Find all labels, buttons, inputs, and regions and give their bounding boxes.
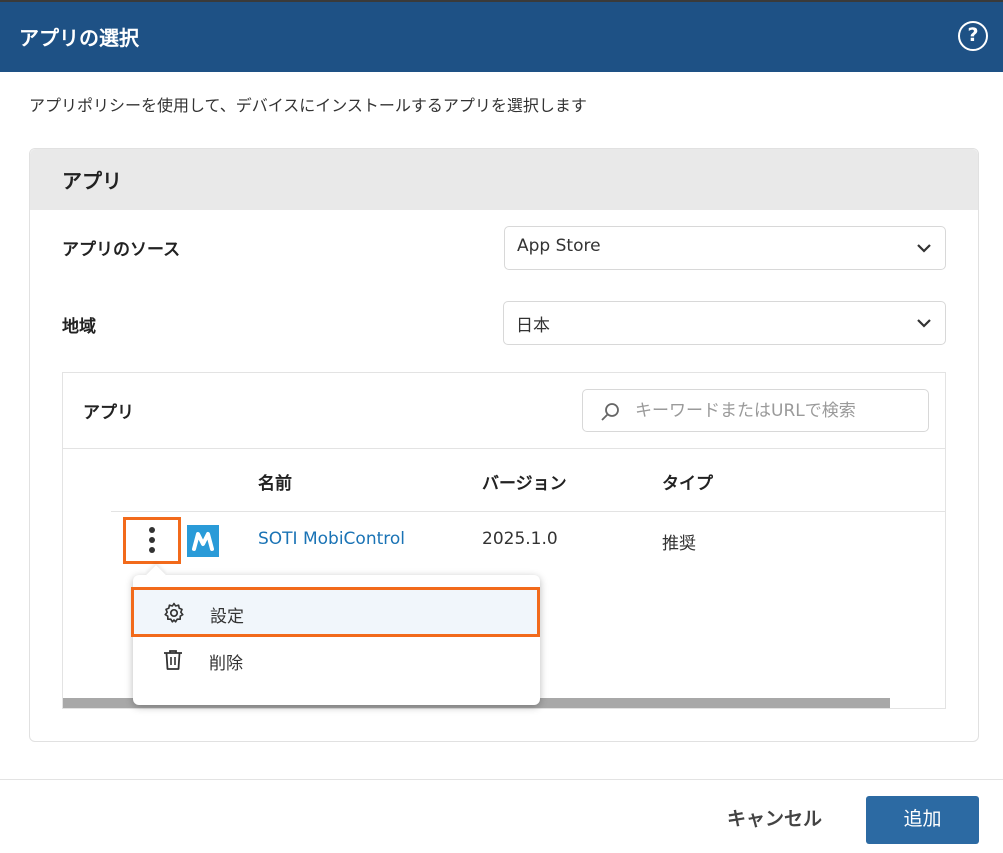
- help-button[interactable]: ?: [958, 21, 988, 51]
- chevron-down-icon: [917, 244, 931, 253]
- region-value: 日本: [516, 316, 550, 336]
- app-version: 2025.1.0: [482, 529, 558, 549]
- menu-item-delete[interactable]: 削除: [133, 637, 540, 685]
- row-context-menu: 設定 削除: [131, 565, 540, 705]
- column-header-version[interactable]: バージョン: [482, 469, 567, 494]
- region-label: 地域: [62, 317, 96, 337]
- menu-item-label: 削除: [209, 654, 243, 674]
- panel-header: アプリ: [30, 149, 978, 210]
- mobicontrol-app-icon: [187, 525, 219, 557]
- column-header-type[interactable]: タイプ: [662, 469, 713, 494]
- footer-divider: [0, 779, 1003, 780]
- app-type: 推奨: [662, 534, 696, 554]
- menu-item-label: 設定: [210, 607, 244, 627]
- apps-table-title: アプリ: [83, 403, 134, 423]
- app-source-select[interactable]: App Store: [504, 226, 946, 270]
- search-icon: [601, 403, 619, 421]
- trash-icon: [164, 650, 182, 670]
- question-circle-icon: ?: [967, 24, 979, 46]
- app-source-value: App Store: [517, 236, 601, 256]
- region-select[interactable]: 日本: [503, 301, 946, 345]
- add-button[interactable]: 追加: [866, 796, 979, 844]
- divider: [111, 511, 945, 512]
- chevron-down-icon: [917, 319, 931, 328]
- panel-title: アプリ: [62, 169, 122, 193]
- divider: [63, 448, 945, 449]
- column-header-name[interactable]: 名前: [258, 469, 292, 494]
- app-source-label: アプリのソース: [62, 240, 181, 260]
- search-input[interactable]: [635, 398, 915, 423]
- dialog-description: アプリポリシーを使用して、デバイスにインストールするアプリを選択します: [29, 96, 587, 115]
- app-name-link[interactable]: SOTI MobiControl: [258, 529, 405, 549]
- gear-icon: [164, 602, 184, 623]
- dialog-title: アプリの選択: [19, 26, 139, 50]
- dialog-header: アプリの選択 ?: [0, 0, 1003, 72]
- search-field[interactable]: [582, 389, 929, 432]
- menu-item-settings[interactable]: 設定: [131, 587, 540, 637]
- cancel-button[interactable]: キャンセル: [712, 796, 837, 844]
- row-actions-button[interactable]: [123, 517, 181, 564]
